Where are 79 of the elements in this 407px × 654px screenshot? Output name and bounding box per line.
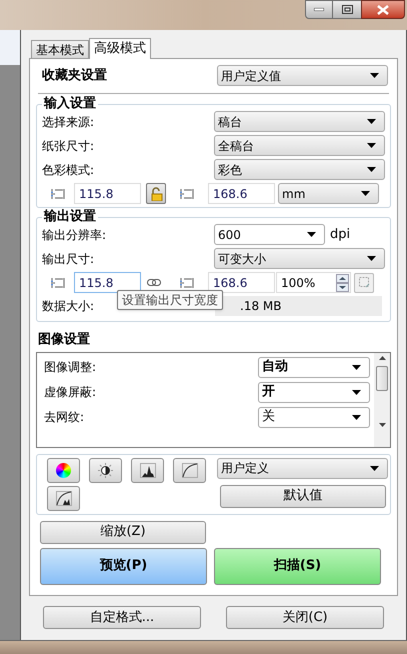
custom-format-button[interactable]: 自定格式... [43,606,201,629]
caret-icon [352,390,361,394]
histogram-button[interactable] [131,458,164,482]
field-label: 数据大小: [42,298,94,315]
section-title: 图像设置 [38,331,91,349]
curve-histogram-icon [56,490,72,506]
dropdown[interactable]: 自动 [258,356,370,378]
scale-spinbox[interactable]: 100% [276,272,351,293]
height-icon [180,188,194,200]
dropdown[interactable]: 可变大小 [214,248,385,269]
resolution-dropdown[interactable]: 600 [214,224,325,245]
minimize-button[interactable] [305,0,333,19]
caret-icon [367,143,376,148]
maximize-icon [342,5,352,14]
caret-icon [352,364,361,370]
field-label: 虚像屏蔽: [44,384,96,401]
brightness-contrast-icon [98,462,113,478]
close-button[interactable] [361,0,405,19]
close-dialog-button[interactable]: 关闭(C) [226,606,384,629]
zoom-button[interactable]: 缩放(Z) [40,520,206,544]
favorites-dropdown[interactable]: 用户定义值 [217,65,388,86]
favorites-label: 收藏夹设置 [42,66,107,85]
field-label: 选择来源: [42,114,94,130]
caret-icon [361,191,370,196]
curve-histogram-button[interactable] [47,486,80,510]
preset-dropdown[interactable]: 用户定义 [217,458,388,478]
scroll-down-icon [378,422,386,426]
dropdown[interactable]: 彩色 [214,159,385,180]
group-title: 输出设置 [42,210,97,224]
scan-button[interactable]: 扫描(S) [214,548,381,584]
width-icon [51,276,65,288]
dropdown[interactable]: 关 [258,406,370,428]
field-label: 输出分辨率: [42,226,108,244]
caret-icon [370,466,379,470]
scroll-up-icon [378,356,386,360]
width-field[interactable]: 115.8 [74,183,141,204]
maximize-button[interactable] [333,0,361,19]
field-label: 色彩模式: [42,162,94,178]
curve-icon [182,462,198,478]
caret-icon [307,232,316,237]
brightness-button[interactable] [89,458,122,482]
field-label: 去网纹: [44,409,84,426]
height-icon [180,276,194,288]
crop-icon [358,276,370,289]
scrollbar-thumb[interactable] [376,366,388,390]
color-wheel-icon [56,462,71,478]
tab[interactable]: 基本模式 [31,40,89,58]
padlock-icon [150,186,162,200]
caret-icon [367,119,376,124]
field-label: 输出尺寸: [42,250,94,268]
dropdown[interactable]: 稿台 [214,111,385,132]
caret-icon [367,167,376,172]
unit-label: dpi [329,226,352,244]
scrollbar[interactable] [374,352,390,446]
chain-link-icon [146,279,160,286]
width-icon [51,188,65,200]
color-wheel-button[interactable] [47,458,80,482]
width-field[interactable]: 115.8 [74,272,141,293]
field-label: 图像调整: [44,359,96,376]
group-title: 输入设置 [42,97,97,111]
spin-arrows-icon [336,274,349,292]
dropdown[interactable]: 开 [258,382,370,402]
field-label: 纸张尺寸: [42,138,94,154]
lock-button[interactable] [146,183,166,204]
dropdown[interactable]: 全稿台 [214,135,385,156]
unit-dropdown[interactable]: mm [278,183,379,204]
tab[interactable]: 高级模式 [89,38,151,59]
preview-button[interactable]: 预览(P) [40,548,207,584]
caret-icon [370,73,379,78]
histogram-icon [140,462,156,478]
minimize-icon [314,8,324,11]
height-field[interactable]: 168.6 [208,272,275,293]
caret-icon [367,256,376,261]
curve-button[interactable] [173,458,206,482]
caret-icon [352,414,361,420]
default-button[interactable]: 默认值 [220,484,386,508]
tooltip: 设置输出尺寸宽度 [117,290,223,310]
close-icon [377,4,389,14]
height-field[interactable]: 168.6 [208,183,275,204]
